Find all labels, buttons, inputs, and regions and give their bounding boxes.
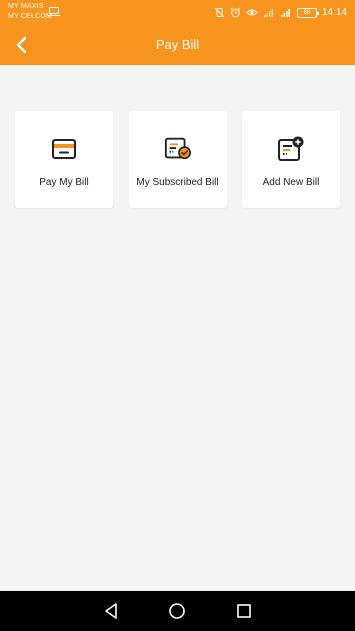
signal-icon: [263, 9, 273, 17]
bill-options: Pay My Bill My Subscribed Bill Add New B…: [15, 111, 340, 208]
tile-label: My Subscribed Bill: [136, 177, 219, 188]
recents-square-icon: [237, 604, 251, 618]
add-new-bill-tile[interactable]: Add New Bill: [242, 111, 340, 208]
carrier-info: MY MAXIS MY CELCOM: [8, 2, 52, 22]
carrier-1: MY MAXIS: [8, 3, 44, 10]
nav-back-button[interactable]: [99, 599, 123, 623]
screen: MY MAXIS MY CELCOM 88 14:14 Pay Bill Pay…: [0, 0, 355, 631]
back-triangle-icon: [105, 603, 117, 619]
status-icons: 88 14:14: [214, 0, 347, 25]
vibrate-off-icon: [214, 7, 225, 18]
carrier-2: MY CELCOM: [8, 13, 53, 20]
clock: 14:14: [321, 7, 347, 18]
nav-home-button[interactable]: [165, 599, 189, 623]
home-circle-icon: [169, 603, 186, 619]
tile-label: Add New Bill: [262, 177, 320, 188]
signal-icon: [280, 9, 290, 17]
alarm-icon: [230, 7, 241, 18]
status-bar: MY MAXIS MY CELCOM 88 14:14: [0, 0, 355, 25]
tile-label: Pay My Bill: [39, 177, 89, 188]
add-bill-icon: [277, 135, 305, 163]
eye-icon: [246, 9, 258, 16]
nav-recents-button[interactable]: [232, 599, 256, 623]
system-nav-bar: [0, 591, 355, 631]
battery-icon: 88: [296, 7, 319, 18]
page-title: Pay Bill: [155, 37, 200, 52]
pay-my-bill-tile[interactable]: Pay My Bill: [15, 111, 113, 208]
screen-cast-icon: [48, 7, 60, 16]
app-bar: Pay Bill: [0, 25, 355, 65]
subscribed-bill-icon: [164, 135, 192, 163]
my-subscribed-bill-tile[interactable]: My Subscribed Bill: [128, 111, 227, 208]
card-icon: [50, 135, 78, 163]
battery-level: 88: [303, 9, 311, 16]
